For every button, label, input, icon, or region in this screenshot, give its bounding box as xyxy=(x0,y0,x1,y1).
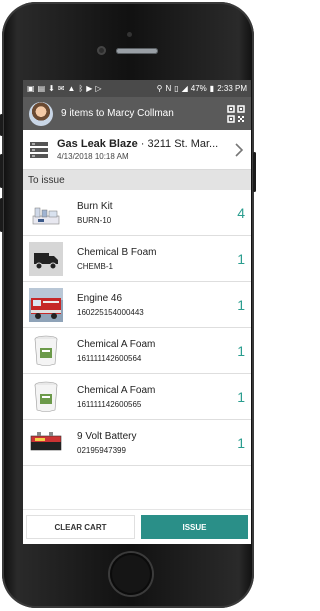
item-quantity[interactable]: 1 xyxy=(231,435,245,451)
clock: 2:33 PM xyxy=(217,84,247,93)
app-bar-title: 9 items to Marcy Collman xyxy=(61,108,174,119)
item-name: Chemical B Foam xyxy=(77,246,157,258)
list-item[interactable]: Chemical A Foam 161111142600565 1 xyxy=(23,374,251,420)
issue-button[interactable]: ISSUE xyxy=(141,515,248,539)
incident-row[interactable]: Gas Leak Blaze · 3211 St. Mar... 4/13/20… xyxy=(23,130,251,170)
avatar[interactable] xyxy=(29,101,53,126)
power-button xyxy=(253,152,256,192)
signal-icon: ◢ xyxy=(181,83,188,93)
home-button[interactable] xyxy=(110,553,152,595)
bucket-image xyxy=(34,335,58,366)
front-camera-icon xyxy=(97,46,106,55)
image-notification-icon: ▣ xyxy=(27,83,35,93)
list-item[interactable]: Chemical B Foam CHEMB-1 1 xyxy=(23,236,251,282)
item-code: 160225154000443 xyxy=(77,307,144,317)
message-icon: ✉ xyxy=(57,83,65,93)
chevron-right-icon[interactable] xyxy=(233,142,245,158)
battery-image xyxy=(30,431,62,450)
warning-icon: ▲ xyxy=(67,83,76,93)
clear-cart-button[interactable]: CLEAR CART xyxy=(26,515,135,539)
section-header: To issue xyxy=(23,170,251,190)
item-code: BURN-10 xyxy=(77,215,112,225)
incident-list-icon xyxy=(30,141,48,158)
incident-location: · 3211 St. Mar... xyxy=(140,138,219,150)
item-name: Burn Kit xyxy=(77,200,113,212)
proximity-sensor xyxy=(127,32,132,37)
phone-frame: ▣ ▤ ⬇ ✉ ▲ ᛒ ▶ ▷ ⚲ N ▯ ◢ 47% ▮ 2:33 PM 9 … xyxy=(0,2,256,608)
truck-icon xyxy=(29,241,63,276)
item-name: 9 Volt Battery xyxy=(77,430,137,442)
item-quantity[interactable]: 1 xyxy=(231,343,245,359)
download-icon: ⬇ xyxy=(48,83,55,93)
item-quantity[interactable]: 1 xyxy=(231,251,245,267)
item-quantity[interactable]: 1 xyxy=(231,297,245,313)
list-item[interactable]: Burn Kit BURN-10 4 xyxy=(23,190,251,236)
item-name: Chemical A Foam xyxy=(77,384,156,396)
app-bar: 9 items to Marcy Collman xyxy=(23,97,251,130)
volume-down-button xyxy=(0,198,3,232)
fire-engine-image xyxy=(29,287,63,322)
item-name: Engine 46 xyxy=(77,292,123,304)
item-quantity[interactable]: 4 xyxy=(231,205,245,221)
item-code: 161111142600565 xyxy=(77,399,142,409)
bucket-image xyxy=(34,381,58,412)
earpiece-speaker xyxy=(116,48,158,54)
play-store-icon: ▷ xyxy=(95,83,102,93)
incident-title: Gas Leak Blaze xyxy=(57,138,138,150)
incident-datetime: 4/13/2018 10:18 AM xyxy=(57,152,129,161)
battery-percentage: 47% xyxy=(190,84,207,93)
qr-code-icon[interactable] xyxy=(227,104,245,123)
status-bar: ▣ ▤ ⬇ ✉ ▲ ᛒ ▶ ▷ ⚲ N ▯ ◢ 47% ▮ 2:33 PM xyxy=(23,80,251,97)
item-code: CHEMB-1 xyxy=(77,261,114,271)
play-icon: ▶ xyxy=(86,83,93,93)
nfc-icon: N xyxy=(165,83,172,93)
bluetooth-icon: ᛒ xyxy=(78,83,84,93)
side-button xyxy=(0,114,3,136)
list-item[interactable]: Chemical A Foam 161111142600564 1 xyxy=(23,328,251,374)
battery-icon: ▮ xyxy=(209,83,215,93)
item-name: Chemical A Foam xyxy=(77,338,156,350)
item-code: 02195947399 xyxy=(77,445,126,455)
list-item[interactable]: 9 Volt Battery 02195947399 1 xyxy=(23,420,251,466)
screen: ▣ ▤ ⬇ ✉ ▲ ᛒ ▶ ▷ ⚲ N ▯ ◢ 47% ▮ 2:33 PM 9 … xyxy=(23,80,251,544)
location-icon: ⚲ xyxy=(156,83,163,93)
item-list: Burn Kit BURN-10 4 Chemical B Foam CHEMB… xyxy=(23,190,251,466)
vibrate-icon: ▯ xyxy=(174,83,179,93)
item-code: 161111142600564 xyxy=(77,353,142,363)
list-item[interactable]: Engine 46 160225154000443 1 xyxy=(23,282,251,328)
gallery-notification-icon: ▤ xyxy=(37,83,46,93)
kit-image xyxy=(32,207,60,224)
action-footer: CLEAR CART ISSUE xyxy=(23,509,251,544)
incident-title-line: Gas Leak Blaze · 3211 St. Mar... xyxy=(57,138,233,150)
volume-up-button xyxy=(0,154,3,188)
item-quantity[interactable]: 1 xyxy=(231,389,245,405)
